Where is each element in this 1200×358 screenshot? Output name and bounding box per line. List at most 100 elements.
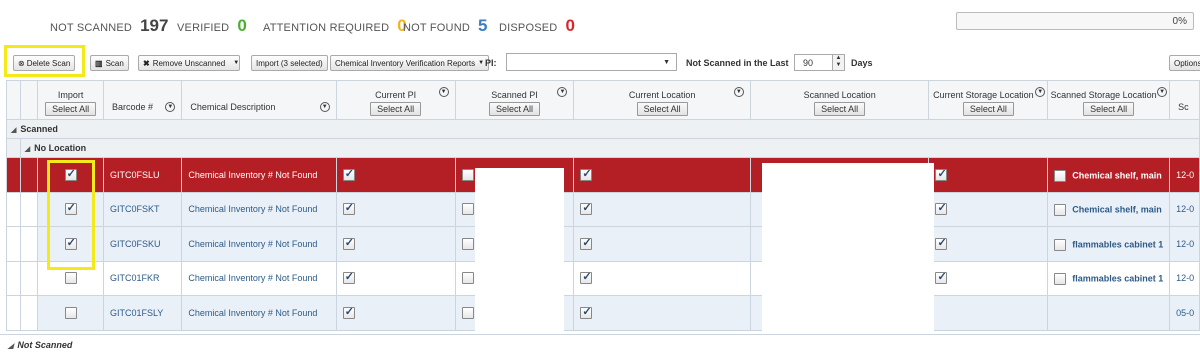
current-pi-checkbox[interactable] bbox=[342, 270, 355, 285]
current-storage-cell bbox=[928, 191, 1049, 227]
filter-icon[interactable]: ▼ bbox=[733, 87, 744, 97]
stat-label: NOT SCANNED bbox=[50, 22, 133, 34]
scanned-pi-checkbox[interactable] bbox=[461, 203, 474, 216]
current-location-checkbox[interactable] bbox=[580, 270, 593, 285]
pi-select[interactable]: ▼ bbox=[506, 53, 677, 71]
days-spinner[interactable]: ▲ ▼ bbox=[832, 55, 844, 70]
chevron-down-icon[interactable]: ▼ bbox=[233, 60, 239, 66]
reports-dropdown-button[interactable]: Chemical Inventory Verification Reports ▼ bbox=[330, 55, 490, 71]
scanned-pi-header-label: Scanned PI bbox=[491, 90, 538, 100]
stat-label: NOT FOUND bbox=[403, 22, 470, 34]
scanned-storage-checkbox[interactable] bbox=[1054, 238, 1067, 251]
current-pi-header-label: Current PI bbox=[375, 90, 417, 100]
current-location-cell bbox=[573, 191, 751, 227]
collapse-icon[interactable]: ◢ bbox=[11, 127, 16, 134]
current-location-cell bbox=[573, 226, 751, 262]
row-indent bbox=[19, 157, 39, 193]
stat-not-found: NOT FOUND 5 bbox=[403, 16, 487, 36]
collapse-icon[interactable]: ◢ bbox=[8, 343, 13, 350]
import-selected-label: Import (3 selected) bbox=[256, 58, 323, 68]
table-row[interactable]: GITC01FSLY Chemical Inventory # Not Foun… bbox=[6, 295, 1200, 331]
scanned-location-select-all-button[interactable]: Select All bbox=[814, 102, 866, 116]
scanned-storage-checkbox[interactable] bbox=[1054, 273, 1067, 286]
header-spacer bbox=[6, 80, 21, 120]
current-location-select-all-button[interactable]: Select All bbox=[636, 102, 688, 116]
pi-label: PI: bbox=[485, 58, 497, 68]
current-pi-checkbox[interactable] bbox=[342, 201, 355, 216]
barcode-header-label: Barcode # bbox=[111, 102, 153, 112]
scanned-pi-select-all-button[interactable]: Select All bbox=[488, 102, 541, 116]
header-barcode[interactable]: Barcode # ▼ bbox=[102, 80, 183, 120]
filter-icon[interactable]: ▼ bbox=[165, 102, 176, 112]
current-location-checkbox[interactable] bbox=[580, 305, 593, 319]
filter-icon[interactable]: ▼ bbox=[319, 102, 330, 112]
scanned-storage-text: flammables cabinet 1 bbox=[1072, 239, 1164, 250]
remove-unscanned-label: Remove Unscanned bbox=[152, 58, 226, 68]
description-cell: Chemical Inventory # Not Found bbox=[181, 157, 337, 193]
group-not-scanned[interactable]: ◢ Not Scanned bbox=[0, 334, 1200, 358]
options-button[interactable]: Options bbox=[1169, 55, 1200, 71]
scanned-pi-checkbox[interactable] bbox=[461, 306, 474, 319]
current-storage-checkbox[interactable] bbox=[935, 270, 948, 285]
group-scanned[interactable]: ◢ Scanned bbox=[6, 119, 1200, 139]
stat-value: 0 bbox=[565, 16, 575, 35]
scanned-pi-checkbox[interactable] bbox=[461, 168, 474, 181]
table-row[interactable]: GITC0FSKT Chemical Inventory # Not Found… bbox=[6, 191, 1200, 227]
header-spacer bbox=[19, 80, 39, 120]
row-indent bbox=[6, 295, 21, 331]
import-selected-button[interactable]: Import (3 selected) bbox=[251, 55, 328, 71]
delete-scan-button[interactable]: ⊗ Delete Scan bbox=[13, 55, 76, 71]
current-storage-checkbox[interactable] bbox=[935, 167, 948, 181]
header-scanned-storage: Scanned Storage Location Select All ▼ bbox=[1047, 80, 1171, 120]
barcode-cell[interactable]: GITC01FKR bbox=[102, 260, 183, 296]
current-pi-checkbox[interactable] bbox=[342, 167, 355, 181]
stat-label: VERIFIED bbox=[177, 22, 230, 34]
group-no-location-cell[interactable]: ◢ No Location bbox=[19, 138, 1200, 158]
x-icon: ✖ bbox=[143, 58, 150, 68]
current-location-checkbox[interactable] bbox=[580, 201, 593, 216]
scan-date-cell: 12-0 bbox=[1169, 191, 1200, 227]
barcode-cell[interactable]: GITC01FSLY bbox=[102, 295, 183, 331]
current-storage-select-all-button[interactable]: Select All bbox=[962, 102, 1014, 116]
scanned-storage-value: flammables cabinet 1 bbox=[1054, 237, 1168, 251]
scanned-storage-select-all-button[interactable]: Select All bbox=[1083, 102, 1135, 116]
import-checkbox[interactable] bbox=[64, 306, 77, 319]
header-description[interactable]: Chemical Description ▼ bbox=[181, 80, 337, 120]
days-input[interactable]: 90 ▲ ▼ bbox=[794, 54, 845, 71]
scan-date-cell: 12-0 bbox=[1169, 157, 1200, 193]
filter-icon[interactable]: ▼ bbox=[438, 87, 449, 97]
scan-button[interactable]: ▥ Scan bbox=[90, 55, 129, 71]
scanned-pi-checkbox[interactable] bbox=[461, 272, 474, 285]
table-row[interactable]: GITC0FSKU Chemical Inventory # Not Found… bbox=[6, 226, 1200, 262]
current-location-cell bbox=[573, 295, 751, 331]
header-row: Import Select All Barcode # ▼ Chemical Des… bbox=[6, 80, 1200, 120]
scanned-storage-checkbox[interactable] bbox=[1054, 169, 1067, 182]
collapse-icon[interactable]: ◢ bbox=[25, 146, 30, 153]
current-location-cell bbox=[573, 260, 751, 296]
group-scanned-cell[interactable]: ◢ Scanned bbox=[6, 119, 1200, 139]
current-storage-checkbox[interactable] bbox=[935, 201, 948, 216]
current-storage-checkbox[interactable] bbox=[935, 236, 948, 250]
barcode-cell[interactable]: GITC0FSKU bbox=[102, 226, 183, 262]
description-cell: Chemical Inventory # Not Found bbox=[181, 191, 337, 227]
current-location-checkbox[interactable] bbox=[580, 167, 593, 181]
current-pi-select-all-button[interactable]: Select All bbox=[370, 102, 422, 116]
row-indent bbox=[19, 226, 39, 262]
barcode-cell: GITC0FSLU bbox=[102, 157, 183, 193]
stat-label: DISPOSED bbox=[499, 22, 558, 34]
scanned-pi-checkbox[interactable] bbox=[461, 237, 474, 250]
current-pi-checkbox[interactable] bbox=[342, 236, 355, 250]
current-pi-checkbox[interactable] bbox=[342, 305, 355, 319]
current-storage-cell bbox=[928, 260, 1049, 296]
barcode-cell[interactable]: GITC0FSKT bbox=[102, 191, 183, 227]
current-pi-cell bbox=[335, 295, 456, 331]
current-location-checkbox[interactable] bbox=[580, 236, 593, 250]
import-checkbox[interactable] bbox=[64, 272, 77, 285]
table-row[interactable]: GITC01FKR Chemical Inventory # Not Found… bbox=[6, 260, 1200, 296]
table-row[interactable]: GITC0FSLU Chemical Inventory # Not Found… bbox=[6, 157, 1200, 193]
reports-label: Chemical Inventory Verification Reports bbox=[335, 58, 476, 68]
remove-unscanned-button[interactable]: ✖ Remove Unscanned ▼ bbox=[138, 55, 240, 71]
scanned-storage-checkbox[interactable] bbox=[1054, 204, 1067, 217]
import-select-all-button[interactable]: Select All bbox=[45, 102, 97, 116]
group-no-location[interactable]: ◢ No Location bbox=[6, 138, 1200, 158]
